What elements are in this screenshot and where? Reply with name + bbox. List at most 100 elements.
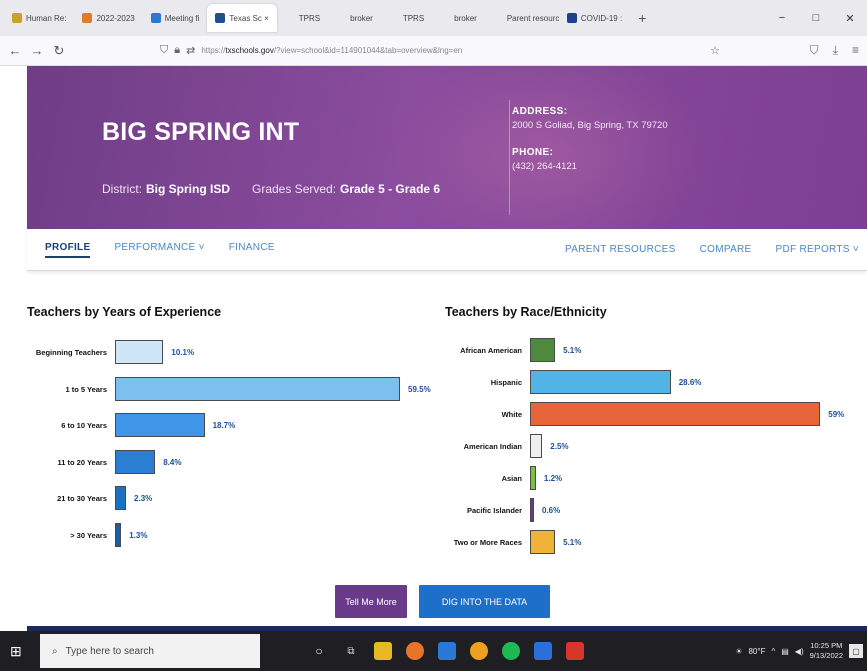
- url-host: txschools.gov: [225, 46, 274, 55]
- bar[interactable]: [530, 370, 671, 394]
- chrome-icon[interactable]: [470, 642, 488, 660]
- acrobat-icon[interactable]: [566, 642, 584, 660]
- school-header: BIG SPRING INT District: Big Spring ISD …: [27, 66, 867, 229]
- bar-value-label: 2.5%: [550, 442, 569, 451]
- row-label: Asian: [501, 474, 522, 483]
- bar[interactable]: [530, 434, 543, 458]
- browser-tab[interactable]: broker: [432, 4, 485, 32]
- dig-into-data-button[interactable]: DIG INTO THE DATA: [419, 585, 550, 618]
- bar-value-label: 10.1%: [171, 348, 195, 357]
- bar[interactable]: [530, 530, 556, 554]
- tab-performance[interactable]: PERFORMANCE ˅: [114, 242, 204, 258]
- network-icon[interactable]: ▤: [781, 647, 789, 656]
- download-icon[interactable]: ⤓: [833, 43, 838, 58]
- bar-value-label: 2.3%: [134, 494, 153, 503]
- nav-compare[interactable]: COMPARE: [700, 244, 752, 255]
- bar[interactable]: [115, 376, 400, 401]
- system-tray: ☀ 80°F ^ ▤ ◀) 10:25 PM 9/13/2022 ▢: [735, 631, 863, 671]
- spotify-icon[interactable]: [502, 642, 520, 660]
- bar[interactable]: [115, 413, 205, 437]
- temperature: 80°F: [748, 646, 766, 656]
- bar-value-label: 1.2%: [543, 474, 563, 483]
- browser-tab[interactable]: Parent resourc: [485, 4, 559, 32]
- word-icon[interactable]: [534, 642, 552, 660]
- phone-value: (432) 264-4121: [512, 161, 577, 172]
- outlook-icon[interactable]: [438, 642, 456, 660]
- screen: { "browser": { "tabs": [ {"label": "Huma…: [0, 0, 867, 671]
- bar-value-label: 18.7%: [212, 421, 236, 430]
- windows-start-icon[interactable]: ⊞: [10, 643, 34, 660]
- browser-tab[interactable]: 2022-2023: [74, 4, 142, 32]
- row-label: Pacific Islander: [466, 506, 522, 515]
- menu-icon[interactable]: ≡: [852, 43, 859, 58]
- row-label: African American: [460, 346, 522, 355]
- address-value: 2000 S Goliad, Big Spring, TX 79720: [512, 120, 668, 131]
- browser-tab-label: TPRS: [298, 13, 321, 23]
- row-label: > 30 Years: [70, 530, 107, 540]
- browser-tab[interactable]: Texas Sc ×: [207, 4, 277, 32]
- minimize-button[interactable]: −: [765, 12, 799, 24]
- close-window-button[interactable]: ✕: [833, 12, 867, 25]
- browser-tab[interactable]: TPRS: [277, 4, 328, 32]
- volume-icon[interactable]: ◀): [795, 647, 804, 656]
- bar[interactable]: [530, 338, 556, 362]
- bar[interactable]: [115, 449, 156, 474]
- maximize-button[interactable]: □: [799, 12, 833, 24]
- bar-value-label: 59%: [828, 410, 845, 419]
- nav-parent-resources[interactable]: PARENT RESOURCES: [565, 244, 676, 255]
- bar[interactable]: [530, 402, 821, 426]
- cortana-icon[interactable]: ○: [310, 642, 328, 660]
- tab-favicon-icon: [82, 13, 93, 23]
- nav-pdf-reports[interactable]: PDF REPORTS ˅: [776, 244, 859, 255]
- new-tab-button[interactable]: +: [630, 10, 654, 26]
- grades-value: Grade 5 - Grade 6: [340, 182, 441, 196]
- notifications-icon[interactable]: ▢: [849, 644, 863, 658]
- back-icon[interactable]: ←: [4, 43, 26, 58]
- file-explorer-icon[interactable]: [374, 642, 392, 660]
- row-label: 11 to 20 Years: [57, 457, 108, 467]
- browser-tab-label: Meeting fi: [164, 13, 200, 23]
- tab-finance[interactable]: FINANCE: [229, 242, 275, 258]
- browser-tab[interactable]: TPRS: [381, 4, 432, 32]
- weather-icon[interactable]: ☀: [735, 647, 742, 656]
- row-label: Beginning Teachers: [35, 348, 107, 357]
- reload-icon[interactable]: ↻: [48, 43, 70, 59]
- experience-chart-title: Teachers by Years of Experience: [27, 305, 222, 319]
- bar[interactable]: [530, 498, 534, 522]
- browser-tab[interactable]: COVID-19 :: [559, 4, 630, 32]
- clock[interactable]: 10:25 PM 9/13/2022: [810, 641, 843, 661]
- taskbar-apps: ○ ⧉: [310, 642, 584, 660]
- address-bar[interactable]: ⛉ 🔒︎ ⇄ https://txschools.gov/?view=schoo…: [160, 40, 720, 62]
- tab-favicon-icon: [12, 13, 22, 23]
- tell-me-more-button[interactable]: Tell Me More: [335, 585, 407, 618]
- task-view-icon[interactable]: ⧉: [342, 642, 360, 660]
- row-label: White: [501, 410, 522, 419]
- grades-label: Grades Served:: [252, 182, 337, 196]
- browser-tab-bar: Human Re: 2022-2023 Meeting fi Texas Sc × TP…: [0, 0, 867, 36]
- browser-tab[interactable]: broker: [328, 4, 381, 32]
- school-name: BIG SPRING INT: [102, 118, 300, 146]
- bar[interactable]: [115, 340, 164, 364]
- firefox-icon[interactable]: [406, 642, 424, 660]
- tab-profile[interactable]: PROFILE: [45, 242, 91, 258]
- bookmark-star-icon[interactable]: ☆: [710, 44, 720, 57]
- race-chart-title: Teachers by Race/Ethnicity: [445, 305, 607, 319]
- browser-tab-label: Human Re:: [26, 13, 67, 23]
- pocket-icon[interactable]: ⛉: [810, 43, 819, 58]
- bar[interactable]: [530, 466, 536, 490]
- url-path: /?view=school&id=114901044&tab=overview&…: [273, 46, 463, 55]
- tab-favicon-icon: [388, 13, 399, 23]
- bar-value-label: 5.1%: [563, 346, 582, 355]
- bar[interactable]: [115, 486, 127, 510]
- tray-chevron-icon[interactable]: ^: [771, 647, 775, 656]
- bar[interactable]: [115, 522, 122, 547]
- tab-favicon-icon: [284, 13, 295, 23]
- taskbar-search[interactable]: ⌕ Type here to search: [40, 634, 260, 668]
- permissions-icon: ⇄: [186, 45, 196, 57]
- contact-block: ADDRESS: 2000 S Goliad, Big Spring, TX 7…: [512, 106, 668, 172]
- browser-tab[interactable]: Meeting fi: [143, 4, 208, 32]
- forward-icon[interactable]: →: [26, 43, 48, 58]
- browser-tab-label: TPRS: [402, 13, 425, 23]
- clock-date: 9/13/2022: [809, 651, 843, 660]
- browser-tab[interactable]: Human Re:: [4, 4, 74, 32]
